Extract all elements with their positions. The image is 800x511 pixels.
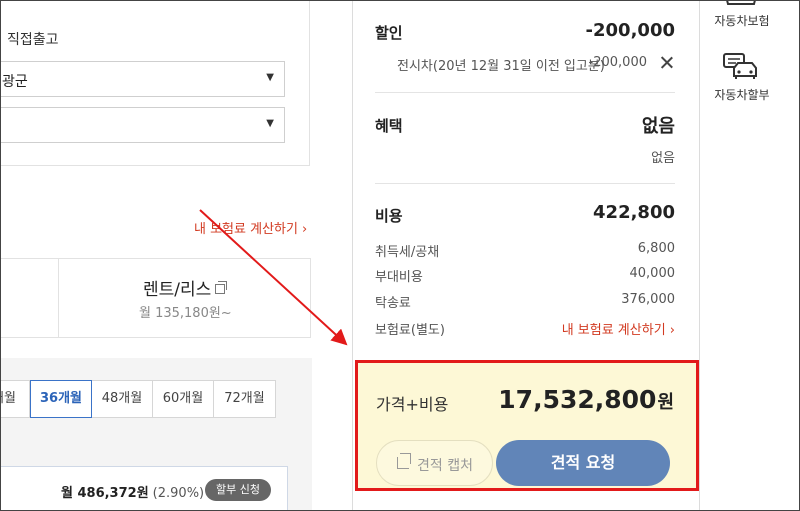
copy-icon (215, 281, 228, 294)
tab-48-months[interactable]: 48개월 (91, 380, 153, 418)
region-select-value: 광군 (2, 74, 28, 90)
installment-apply-button[interactable]: 할부 신청 (205, 479, 271, 501)
cost-value: 422,800 (593, 202, 675, 223)
rail-item-label: 자동차보험 (714, 14, 770, 28)
caret-down-icon: ▼ (266, 72, 274, 83)
cost-row-value: 6,800 (637, 241, 675, 256)
cost-row-label: 탁송료 (375, 296, 411, 311)
divider (375, 183, 675, 184)
total-unit: 원 (657, 392, 674, 413)
delivery-options-card: 직접출고 광군 ▼ ▼ (0, 0, 310, 166)
cost-row: 탁송료 376,000 (375, 292, 675, 311)
tab-72-months[interactable]: 72개월 (213, 380, 276, 418)
rent-lease-option[interactable]: 렌트/리스 (143, 275, 228, 300)
car-installment-icon (723, 53, 757, 79)
installment-result: 월 486,372원 (2.90%) 할부 신청 (0, 466, 288, 511)
cost-row: 부대비용 40,000 (375, 266, 676, 285)
cost-row-label: 부대비용 (375, 270, 423, 285)
region-select[interactable]: 광군 ▼ (0, 61, 285, 97)
chevron-right-icon: › (301, 222, 308, 237)
remove-discount-icon[interactable] (661, 56, 673, 68)
total-amount: 17,532,800 (498, 385, 657, 414)
discount-detail-label: 전시차(20년 12월 31일 이전 입고분) (397, 59, 605, 74)
quote-summary: 할인 -200,000 전시차(20년 12월 31일 이전 입고분) -200… (352, 0, 700, 511)
rent-lease-price: 월 135,180원~ (139, 306, 232, 321)
insurance-calc-link-label: 내 보험료 계산하기 (561, 323, 666, 338)
quote-capture-button[interactable]: 견적 캡처 (376, 440, 493, 486)
tab-60-months[interactable]: 60개월 (152, 380, 214, 418)
insurance-calc-link-label: 내 보험료 계산하기 (194, 222, 298, 237)
installment-amount: 월 486,372원 (61, 486, 149, 501)
delivery-label: 직접출고 (7, 32, 59, 48)
total-label: 가격+비용 (376, 395, 449, 414)
car-insurance-icon (725, 0, 757, 5)
discount-detail-value: -200,000 (588, 55, 647, 70)
benefit-value: 없음 (641, 116, 675, 137)
cost-row-value: 40,000 (629, 266, 676, 281)
installment-rate: (2.90%) (152, 486, 205, 501)
discount-title: 할인 (375, 24, 403, 42)
cost-row: 취득세/공채 6,800 (375, 241, 675, 260)
cost-row-value: 376,000 (621, 292, 675, 307)
crop-icon (397, 453, 411, 469)
cost-row-label: 취득세/공채 (375, 245, 440, 260)
insurance-calc-link[interactable]: 내 보험료 계산하기 › (562, 319, 675, 338)
options-column: 직접출고 광군 ▼ ▼ 내 보험료 계산하기 › 렌트/리스 월 135,180원… (0, 0, 352, 511)
chevron-right-icon: › (669, 323, 675, 338)
quote-capture-label: 견적 캡처 (417, 458, 473, 474)
divider (375, 92, 675, 93)
cost-row: 보험료(별도) 내 보험료 계산하기 › (375, 319, 675, 338)
cost-title: 비용 (375, 207, 403, 225)
total-highlight-box: 가격+비용 17,532,800원 견적 캡처 견적 요청 (355, 360, 699, 491)
branch-select[interactable]: ▼ (0, 107, 285, 143)
purchase-type-card: 렌트/리스 월 135,180원~ (0, 258, 311, 338)
insurance-calc-link[interactable]: 내 보험료 계산하기 › (194, 218, 307, 237)
installment-monthly: 월 486,372원 (2.90%) (61, 482, 204, 501)
right-quick-menu: 자동차보험 자동차할부 (700, 0, 800, 511)
benefit-detail-row: 없음 (375, 147, 675, 166)
total-value: 17,532,800원 (498, 385, 674, 414)
quote-request-button[interactable]: 견적 요청 (496, 440, 670, 486)
discount-value: -200,000 (585, 20, 675, 41)
cost-row-label: 보험료(별도) (375, 323, 445, 338)
caret-down-icon: ▼ (266, 118, 274, 129)
rent-lease-title: 렌트/리스 (143, 280, 212, 300)
tab-24-months[interactable]: 개월 (0, 380, 30, 418)
benefit-detail: 없음 (651, 151, 675, 166)
tab-36-months[interactable]: 36개월 (30, 380, 92, 418)
divider (58, 259, 59, 337)
rail-item-label: 자동차할부 (714, 88, 770, 102)
benefit-title: 혜택 (375, 117, 403, 135)
